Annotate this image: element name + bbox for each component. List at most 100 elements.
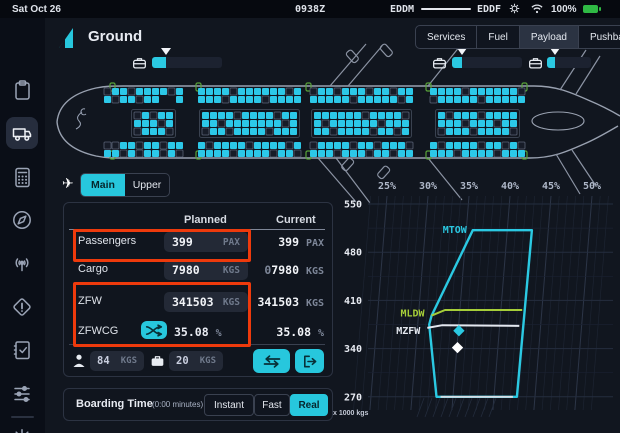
x-tick-label: 25%: [378, 181, 396, 192]
cargo-planned-unit: KGS: [223, 265, 240, 276]
pax-weight-value: 84: [97, 355, 110, 367]
hatch-line: [473, 398, 480, 417]
sidebar-divider: [11, 416, 34, 418]
mzfw-label: MZFW: [396, 326, 421, 337]
sidebar-item-caution[interactable]: [6, 291, 38, 323]
tab-upper-deck[interactable]: Upper: [125, 174, 169, 196]
cargo-bar[interactable]: [452, 57, 522, 68]
zfw-input[interactable]: 341503 KGS: [164, 292, 248, 312]
passengers-planned-value: 399: [172, 235, 193, 249]
sidebar-item-settings[interactable]: [6, 422, 38, 433]
zfwcg-current-value: 35.08 %: [276, 325, 324, 339]
person-icon: [72, 353, 86, 373]
swap-payload-button[interactable]: [253, 349, 290, 373]
tab-fuel[interactable]: Fuel: [477, 26, 519, 48]
route-line: [421, 8, 471, 10]
header-tab-bar: Services Fuel Payload Pushback: [415, 25, 620, 49]
bag-weight-input[interactable]: 20 KGS: [169, 351, 223, 371]
x-tick-label: 30%: [419, 181, 437, 192]
row-label-zfwcg: ZFWCG: [78, 325, 118, 337]
cargo-planned-value: 7980: [172, 263, 200, 277]
shuffle-icon: [145, 324, 163, 337]
route-destination: EDDF: [477, 4, 501, 15]
boarding-time-panel: Boarding Time (0:00 minutes) Instant Fas…: [63, 388, 333, 421]
bag-weight-unit: KGS: [200, 356, 216, 366]
x-tick-label: 50%: [583, 181, 601, 192]
row-label-cargo: Cargo: [78, 263, 108, 275]
checklist-book-icon: [11, 339, 33, 361]
sidebar-item-checklist[interactable]: [6, 334, 38, 366]
hatch-line: [417, 398, 424, 417]
bag-weight-value: 20: [176, 355, 189, 367]
load-payload-button[interactable]: [295, 349, 324, 373]
sidebar-item-ground-vehicle[interactable]: [6, 117, 38, 149]
zfwcg-shuffle-button[interactable]: [141, 321, 167, 339]
sidebar-item-compass[interactable]: [6, 204, 38, 236]
cargo-marker-triangle[interactable]: [161, 48, 171, 55]
boarding-option-instant[interactable]: Instant: [204, 394, 254, 416]
fwd-cargo-indicator: [132, 55, 224, 69]
cargo-current-value: 07980 KGS: [264, 263, 324, 277]
mtow-label: MTOW: [443, 225, 468, 236]
x-tick-label: 45%: [542, 181, 560, 192]
tab-payload[interactable]: Payload: [520, 26, 579, 48]
passengers-input[interactable]: 399 PAX: [164, 232, 248, 252]
pax-weight-input[interactable]: 84 KGS: [90, 351, 144, 371]
antenna-icon: [11, 253, 33, 275]
gear-icon: [11, 427, 33, 433]
status-date: Sat Oct 26: [12, 4, 61, 15]
boarding-option-fast[interactable]: Fast: [254, 394, 290, 416]
battery-percentage: 100%: [551, 4, 577, 15]
tab-pushback[interactable]: Pushback: [579, 26, 620, 48]
hatch-line: [465, 398, 472, 417]
boarding-time-label: Boarding Time: [76, 398, 153, 410]
deck-tab-bar: Main Upper: [80, 173, 170, 197]
sidebar: [0, 18, 45, 433]
row-separator: [69, 344, 325, 345]
export-arrow-icon: [302, 354, 318, 369]
page-title: Ground: [88, 28, 142, 45]
y-tick-label: 410: [344, 296, 362, 307]
sidebar-item-radio[interactable]: [6, 248, 38, 280]
current-cg-marker[interactable]: [453, 325, 464, 336]
zfwcg-planned-value: 35.08 %: [174, 325, 222, 339]
wifi-icon: [530, 3, 544, 17]
aft-cargo-indicator: [432, 55, 524, 69]
sidebar-item-sliders[interactable]: [6, 378, 38, 410]
zfw-current-value: 341503 KGS: [257, 295, 324, 309]
cargo-bar-fill: [452, 57, 462, 68]
planned-zfw-cg-marker[interactable]: [452, 342, 463, 353]
cargo-marker-triangle[interactable]: [457, 48, 467, 55]
mzfw-limit-line: [427, 325, 519, 328]
status-time: 0938Z: [295, 4, 325, 15]
hatch-line: [489, 398, 496, 417]
pax-weight-unit: KGS: [121, 356, 137, 366]
battery-icon: [583, 5, 598, 13]
y-tick-label: 270: [344, 392, 362, 403]
x-tick-label: 35%: [460, 181, 478, 192]
header-separator: [69, 229, 325, 230]
boarding-option-real[interactable]: Real: [290, 394, 328, 416]
boarding-time-sublabel: (0:00 minutes): [152, 400, 203, 409]
sidebar-item-clipboard[interactable]: [6, 74, 38, 106]
col-header-current: Current: [276, 214, 316, 226]
col-header-planned: Planned: [184, 214, 227, 226]
tab-services[interactable]: Services: [416, 26, 477, 48]
settings-gear-icon[interactable]: [508, 2, 521, 18]
swap-arrows-icon: [262, 354, 282, 369]
briefcase-icon: [528, 57, 543, 74]
mldw-label: MLDW: [400, 309, 425, 320]
hatch-line: [481, 398, 488, 417]
tab-main-deck[interactable]: Main: [81, 174, 125, 196]
zfw-planned-unit: KGS: [223, 297, 240, 308]
sliders-icon: [11, 383, 33, 405]
clipboard-icon: [11, 79, 33, 101]
sidebar-item-calculator[interactable]: [6, 161, 38, 193]
briefcase-icon: [132, 57, 147, 74]
cargo-bar-fill: [547, 57, 555, 68]
truck-icon: [11, 122, 33, 144]
cargo-marker-triangle[interactable]: [550, 48, 560, 55]
passengers-current-value: 399 PAX: [278, 235, 324, 249]
cargo-input[interactable]: 7980 KGS: [164, 260, 248, 280]
chart-y-unit-label: x 1000 kgs: [333, 410, 368, 417]
